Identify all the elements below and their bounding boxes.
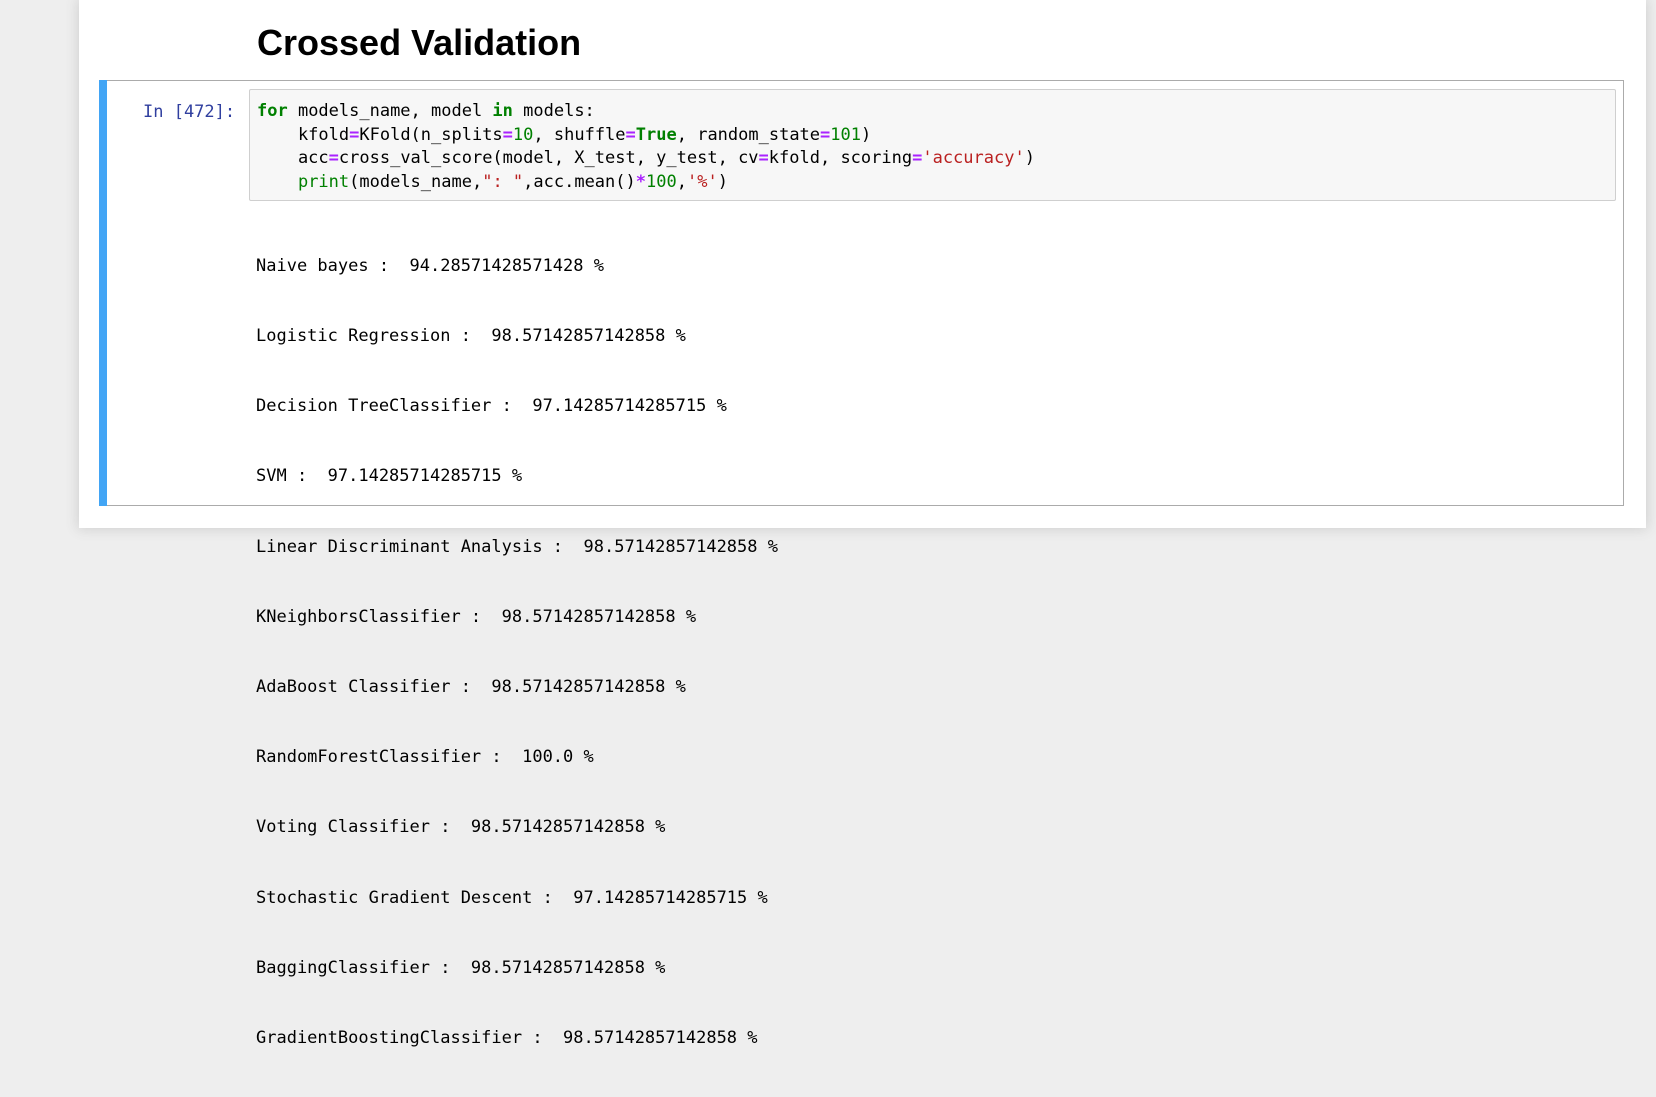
code-text: ) [1024, 148, 1035, 168]
code-line-3: acc=cross_val_score(model, X_test, y_tes… [257, 148, 1035, 168]
output-line: GradientBoostingClassifier : 98.57142857… [256, 1028, 758, 1049]
code-text: ) [717, 171, 728, 192]
keyword-in: in [492, 101, 513, 121]
output-line: Naive bayes : 94.28571428571428 % [256, 255, 604, 276]
code-operator: = [502, 124, 513, 145]
code-operator: = [912, 148, 923, 168]
code-line-1: for models_name, model in models: [257, 101, 595, 121]
code-cell[interactable]: In [472]: for models_name, model in mode… [99, 80, 1624, 1048]
code-text: (models_name, [349, 171, 483, 192]
code-operator: = [328, 148, 339, 168]
code-text: , random_state [676, 124, 821, 145]
code-operator: = [349, 124, 360, 145]
code-text: models_name, model [287, 101, 493, 121]
code-builtin: print [297, 171, 350, 192]
output-line: KNeighborsClassifier : 98.57142857142858… [256, 606, 697, 627]
code-operator: = [625, 124, 636, 145]
code-operator: = [758, 148, 769, 168]
code-string: 'accuracy' [922, 148, 1025, 168]
output-line: Stochastic Gradient Descent : 97.1428571… [256, 887, 768, 908]
code-number: 100 [646, 171, 677, 192]
code-operator: * [635, 171, 646, 192]
output-line: AdaBoost Classifier : 98.57142857142858 … [256, 677, 686, 698]
code-text: , shuffle [533, 124, 626, 145]
code-number: 10 [512, 124, 534, 145]
input-prompt: In [472]: [143, 102, 236, 122]
output-line: Decision TreeClassifier : 97.14285714285… [256, 396, 727, 417]
code-line-2: kfold=KFold(n_splits=10, shuffle=True, r… [257, 125, 871, 145]
cell-output-area: Naive bayes : 94.28571428571428 % Logist… [256, 208, 778, 1097]
code-text: kfold [257, 124, 350, 145]
output-line: SVM : 97.14285714285715 % [256, 466, 523, 487]
section-heading: Crossed Validation [257, 22, 582, 63]
code-text: models: [512, 101, 595, 121]
keyword-true: True [635, 124, 677, 145]
code-operator: = [820, 124, 831, 145]
code-string: '%' [686, 171, 718, 192]
code-editor[interactable]: for models_name, model in models: kfold=… [257, 100, 1035, 194]
output-line: Logistic Regression : 98.57142857142858 … [256, 326, 686, 347]
code-text: ,acc.mean() [523, 171, 636, 192]
keyword-for: for [257, 101, 288, 121]
selected-cell-indicator [99, 80, 107, 506]
code-text: KFold(n_splits [359, 124, 503, 145]
code-text: kfold, scoring [768, 148, 913, 168]
output-line: BaggingClassifier : 98.57142857142858 % [256, 957, 666, 978]
code-input-area[interactable]: for models_name, model in models: kfold=… [249, 89, 1616, 201]
notebook-page: Crossed Validation In [472]: for models_… [79, 0, 1646, 1048]
code-text: ) [861, 124, 872, 145]
code-text: cross_val_score(model, X_test, y_test, c… [338, 148, 759, 168]
output-line: Linear Discriminant Analysis : 98.571428… [256, 536, 778, 557]
code-number: 101 [830, 124, 861, 145]
output-line: RandomForestClassifier : 100.0 % [256, 747, 594, 768]
code-line-4: print(models_name,": ",acc.mean()*100,'%… [257, 172, 728, 192]
code-text: acc [257, 148, 329, 168]
code-text: , [676, 171, 687, 192]
output-line: Voting Classifier : 98.57142857142858 % [256, 817, 666, 838]
code-string: ": " [482, 171, 524, 192]
